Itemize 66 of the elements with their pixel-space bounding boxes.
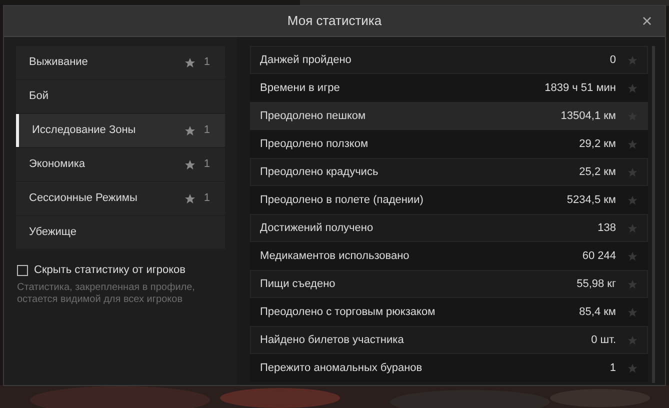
pin-star-icon[interactable] — [627, 306, 638, 318]
stat-row[interactable]: Преодолено в полете (падении) 5234,5 км — [250, 186, 648, 214]
stat-row[interactable]: Преодолено пешком 13504,1 км — [250, 102, 648, 130]
stat-label: Преодолено с торговым рюкзаком — [260, 304, 436, 320]
stat-value: 13504,1 км — [560, 108, 616, 124]
star-icon — [184, 158, 196, 170]
category-tab[interactable]: Бой — [16, 80, 225, 113]
stat-label: Медикаментов использовано — [260, 248, 410, 264]
star-icon — [184, 124, 196, 136]
category-tab[interactable]: Убежище — [16, 216, 225, 249]
stat-row[interactable]: Данжей пройдено 0 — [250, 46, 648, 74]
stat-label: Преодолено в полете (падении) — [260, 192, 424, 208]
star-count: 1 — [204, 157, 210, 172]
category-tab[interactable]: Выживание 1 — [16, 46, 225, 79]
window-title: Моя статистика — [287, 12, 382, 30]
pin-star-icon[interactable] — [627, 82, 638, 94]
stat-value: 29,2 км — [579, 136, 616, 152]
stat-label: Пережито аномальных буранов — [260, 360, 424, 376]
stat-value: 1 — [610, 360, 616, 376]
stat-value: 60 244 — [582, 248, 616, 264]
pin-star-icon[interactable] — [627, 166, 638, 178]
stat-label: Преодолено ползком — [260, 136, 370, 152]
pin-star-icon[interactable] — [627, 222, 638, 234]
stat-value: 55,98 кг — [576, 276, 616, 292]
star-icon — [184, 192, 196, 204]
stat-value: 138 — [598, 220, 616, 236]
pin-star-icon[interactable] — [627, 362, 638, 374]
stat-label: Пищи съедено — [260, 276, 336, 292]
note-text: Статистика, закрепленная в профиле, остается видимой для всех игроков — [16, 282, 196, 306]
category-tab[interactable]: Экономика 1 — [16, 148, 225, 181]
stat-value: 25,2 км — [579, 164, 616, 180]
stat-label: Времени в игре — [260, 80, 341, 96]
star-count: 1 — [204, 191, 210, 206]
category-tab[interactable]: Исследование Зоны 1 — [16, 114, 225, 147]
stat-row[interactable]: Пережито аномальных буранов 1 — [250, 354, 648, 382]
pin-star-icon[interactable] — [627, 250, 638, 262]
stat-row[interactable]: Найдено билетов участника 0 шт. — [250, 326, 648, 354]
stat-value: 5234,5 км — [566, 192, 616, 208]
stat-label: Преодолено крадучись — [260, 164, 380, 180]
stat-value: 0 шт. — [591, 332, 616, 348]
close-button[interactable]: × — [637, 11, 657, 31]
stat-label: Данжей пройдено — [260, 52, 352, 68]
stat-label: Найдено билетов участника — [260, 332, 405, 348]
category-tab[interactable]: Сессионные Режимы 1 — [16, 182, 225, 215]
stat-value: 1839 ч 51 мин — [544, 80, 616, 96]
stat-row[interactable]: Времени в игре 1839 ч 51 мин — [250, 74, 648, 102]
star-count: 1 — [204, 123, 210, 138]
pin-star-icon[interactable] — [627, 334, 638, 346]
star-icon — [184, 56, 196, 68]
stat-row[interactable]: Преодолено ползком 29,2 км — [250, 130, 648, 158]
star-count: 1 — [204, 55, 210, 70]
pin-star-icon[interactable] — [627, 138, 638, 150]
stat-row[interactable]: Достижений получено 138 — [250, 214, 648, 242]
pin-star-icon[interactable] — [627, 54, 638, 66]
stat-row[interactable]: Преодолено крадучись 25,2 км — [250, 158, 648, 186]
pin-star-icon[interactable] — [627, 194, 638, 206]
stat-row[interactable]: Медикаментов использовано 60 244 — [250, 242, 648, 270]
checkbox[interactable] — [17, 264, 28, 276]
pin-star-icon[interactable] — [627, 278, 638, 290]
stat-label: Достижений получено — [260, 220, 374, 236]
stat-row[interactable]: Пищи съедено 55,98 кг — [250, 270, 648, 298]
stat-value: 85,4 км — [579, 304, 616, 320]
stat-row[interactable]: Преодолено с торговым рюкзаком 85,4 км — [250, 298, 648, 326]
stat-label: Преодолено пешком — [260, 108, 367, 124]
checkbox-label[interactable]: Скрыть статистику от игроков — [34, 262, 186, 278]
stat-value: 0 — [610, 52, 616, 68]
